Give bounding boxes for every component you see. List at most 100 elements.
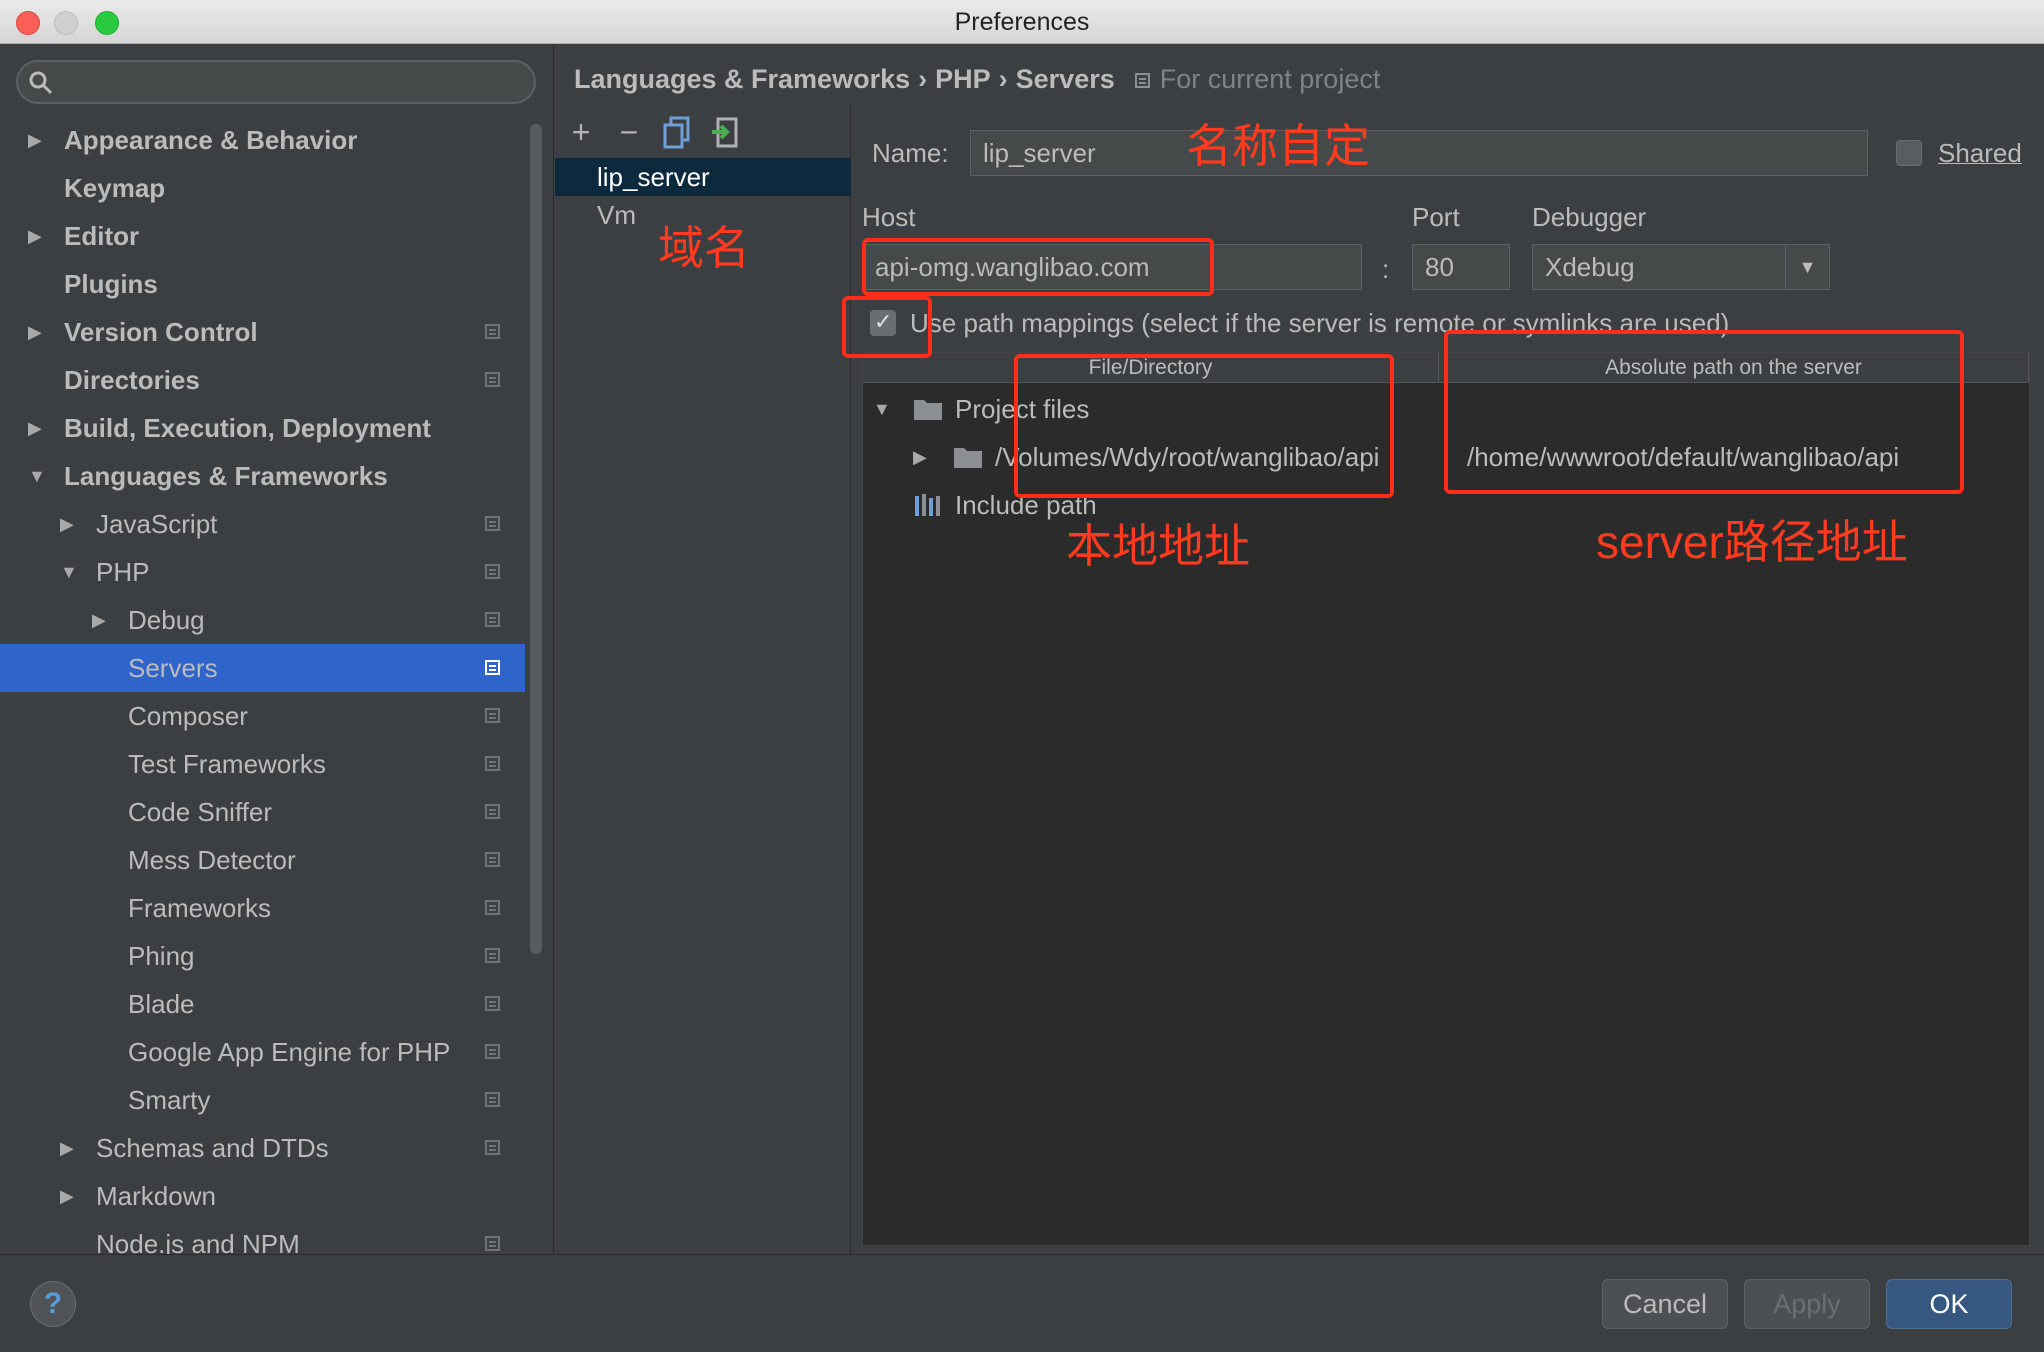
sidebar-scrollbar[interactable] (530, 124, 542, 954)
sidebar-item[interactable]: ▶ Markdown (0, 1172, 525, 1220)
sidebar-item[interactable]: ▶ Version Control (0, 308, 525, 356)
chevron-right-icon[interactable]: ▶ (60, 1172, 82, 1220)
sidebar-item[interactable]: ▶ JavaScript (0, 500, 525, 548)
project-scope-icon (485, 1092, 500, 1107)
sidebar-item-label: Code Sniffer (128, 797, 273, 827)
settings-tree: ▶ Appearance & Behavior Keymap ▶ Editor Plugi… (0, 116, 525, 1254)
server-list-item[interactable]: lip_server (555, 158, 851, 196)
chevron-right-icon[interactable]: ▶ (28, 116, 50, 164)
sidebar-item-label: Keymap (64, 173, 166, 203)
project-scope-icon (485, 708, 500, 723)
breadcrumb-separator: › (998, 64, 1008, 94)
library-icon (915, 494, 940, 516)
sidebar-item[interactable]: ▶ Appearance & Behavior (0, 116, 525, 164)
chevron-down-icon[interactable]: ▼ (873, 385, 891, 433)
dialog-button-bar: ? Cancel Apply OK (0, 1254, 2044, 1352)
sidebar-item-label: Servers (128, 653, 218, 683)
project-scope-icon (485, 516, 500, 531)
chevron-right-icon[interactable]: ▶ (28, 308, 50, 356)
sidebar-item[interactable]: Keymap (0, 164, 525, 212)
chevron-down-icon[interactable]: ▼ (60, 548, 82, 596)
project-scope-icon (485, 660, 500, 675)
breadcrumb-item: Languages & Frameworks (574, 64, 911, 94)
sidebar-item[interactable]: ▶ Schemas and DTDs (0, 1124, 525, 1172)
project-scope-icon (485, 948, 500, 963)
sidebar-item[interactable]: ▶ Debug (0, 596, 525, 644)
sidebar-item-label: Smarty (128, 1085, 211, 1115)
search-icon (29, 71, 53, 95)
sidebar-item-label: Test Frameworks (128, 749, 326, 779)
sidebar-item[interactable]: Phing (0, 932, 525, 980)
project-scope-icon (485, 996, 500, 1011)
chevron-right-icon[interactable]: ▶ (92, 596, 114, 644)
project-scope-icon (485, 804, 500, 819)
sidebar-item[interactable]: Code Sniffer (0, 788, 525, 836)
shared-label: Shared (1938, 138, 2022, 168)
server-name-input[interactable]: lip_server (970, 130, 1868, 176)
help-button[interactable]: ? (30, 1281, 76, 1327)
debugger-selected-value: Xdebug (1545, 252, 1635, 282)
copy-server-button[interactable] (659, 112, 695, 152)
sidebar-item[interactable]: ▶ Build, Execution, Deployment (0, 404, 525, 452)
chevron-right-icon[interactable]: ▶ (28, 404, 50, 452)
sidebar-item-label: Frameworks (128, 893, 272, 923)
sidebar-item[interactable]: Mess Detector (0, 836, 525, 884)
project-scope-indicator: For current project (1122, 64, 1380, 94)
remove-server-button[interactable]: − (611, 112, 647, 152)
cancel-button[interactable]: Cancel (1602, 1279, 1728, 1329)
sidebar-item[interactable]: Google App Engine for PHP (0, 1028, 525, 1076)
annotation-domain-note: 域名 (658, 222, 750, 274)
sidebar-item[interactable]: ▼ Languages & Frameworks (0, 452, 525, 500)
sidebar-item-label: Composer (128, 701, 248, 731)
project-scope-icon (485, 900, 500, 915)
sidebar-item[interactable]: Plugins (0, 260, 525, 308)
sidebar-item[interactable]: Servers (0, 644, 525, 692)
chevron-right-icon[interactable]: ▶ (60, 500, 82, 548)
annotation-server-note: server路径地址 (1596, 516, 1908, 568)
host-label: Host (862, 202, 916, 232)
project-scope-icon (1135, 73, 1151, 88)
port-separator: : (1382, 254, 1390, 284)
chevron-right-icon[interactable]: ▶ (28, 212, 50, 260)
ok-button[interactable]: OK (1886, 1279, 2012, 1329)
project-scope-icon (485, 756, 500, 771)
shared-checkbox[interactable] (1896, 140, 1922, 166)
sidebar-item-label: Mess Detector (128, 845, 296, 875)
apply-button[interactable]: Apply (1744, 1279, 1870, 1329)
chevron-down-icon[interactable]: ▼ (28, 452, 50, 500)
sidebar-item[interactable]: Frameworks (0, 884, 525, 932)
breadcrumb-item: Servers (1015, 64, 1115, 94)
sidebar-item-label: Schemas and DTDs (96, 1133, 329, 1163)
breadcrumb-item: PHP (935, 64, 991, 94)
annotation-box-local-path (1014, 354, 1394, 498)
import-icon (712, 117, 738, 148)
sidebar-item[interactable]: ▼ PHP (0, 548, 525, 596)
breadcrumb-separator: › (918, 64, 928, 94)
annotation-box-server-path (1444, 330, 1964, 494)
annotation-box-host (862, 238, 1214, 296)
sidebar-item-label: Phing (128, 941, 195, 971)
sidebar-item[interactable]: Blade (0, 980, 525, 1028)
sidebar-item[interactable]: Composer (0, 692, 525, 740)
chevron-right-icon[interactable]: ▶ (913, 433, 927, 481)
window-title: Preferences (954, 8, 1090, 36)
chevron-right-icon[interactable]: ▶ (60, 1124, 82, 1172)
sidebar-item[interactable]: ▶ Editor (0, 212, 525, 260)
preferences-window: Preferences ▶ Appearance & Behavior Keymap… (0, 0, 2044, 1352)
sidebar-item[interactable]: Smarty (0, 1076, 525, 1124)
sidebar-item-label: JavaScript (96, 509, 218, 539)
name-label: Name: (872, 138, 949, 168)
port-input[interactable]: 80 (1412, 244, 1510, 290)
add-server-button[interactable]: + (563, 112, 599, 152)
project-scope-icon (485, 1236, 500, 1251)
folder-icon (954, 448, 982, 468)
debugger-select[interactable]: Xdebug ▼ (1532, 244, 1830, 290)
project-scope-icon (485, 852, 500, 867)
project-scope-icon (485, 1140, 500, 1155)
sidebar-item[interactable]: Node.js and NPM (0, 1220, 525, 1254)
sidebar-item[interactable]: Test Frameworks (0, 740, 525, 788)
settings-search-input[interactable] (16, 60, 536, 104)
sidebar-item[interactable]: Directories (0, 356, 525, 404)
import-server-button[interactable] (707, 112, 743, 152)
folder-icon (914, 400, 942, 420)
